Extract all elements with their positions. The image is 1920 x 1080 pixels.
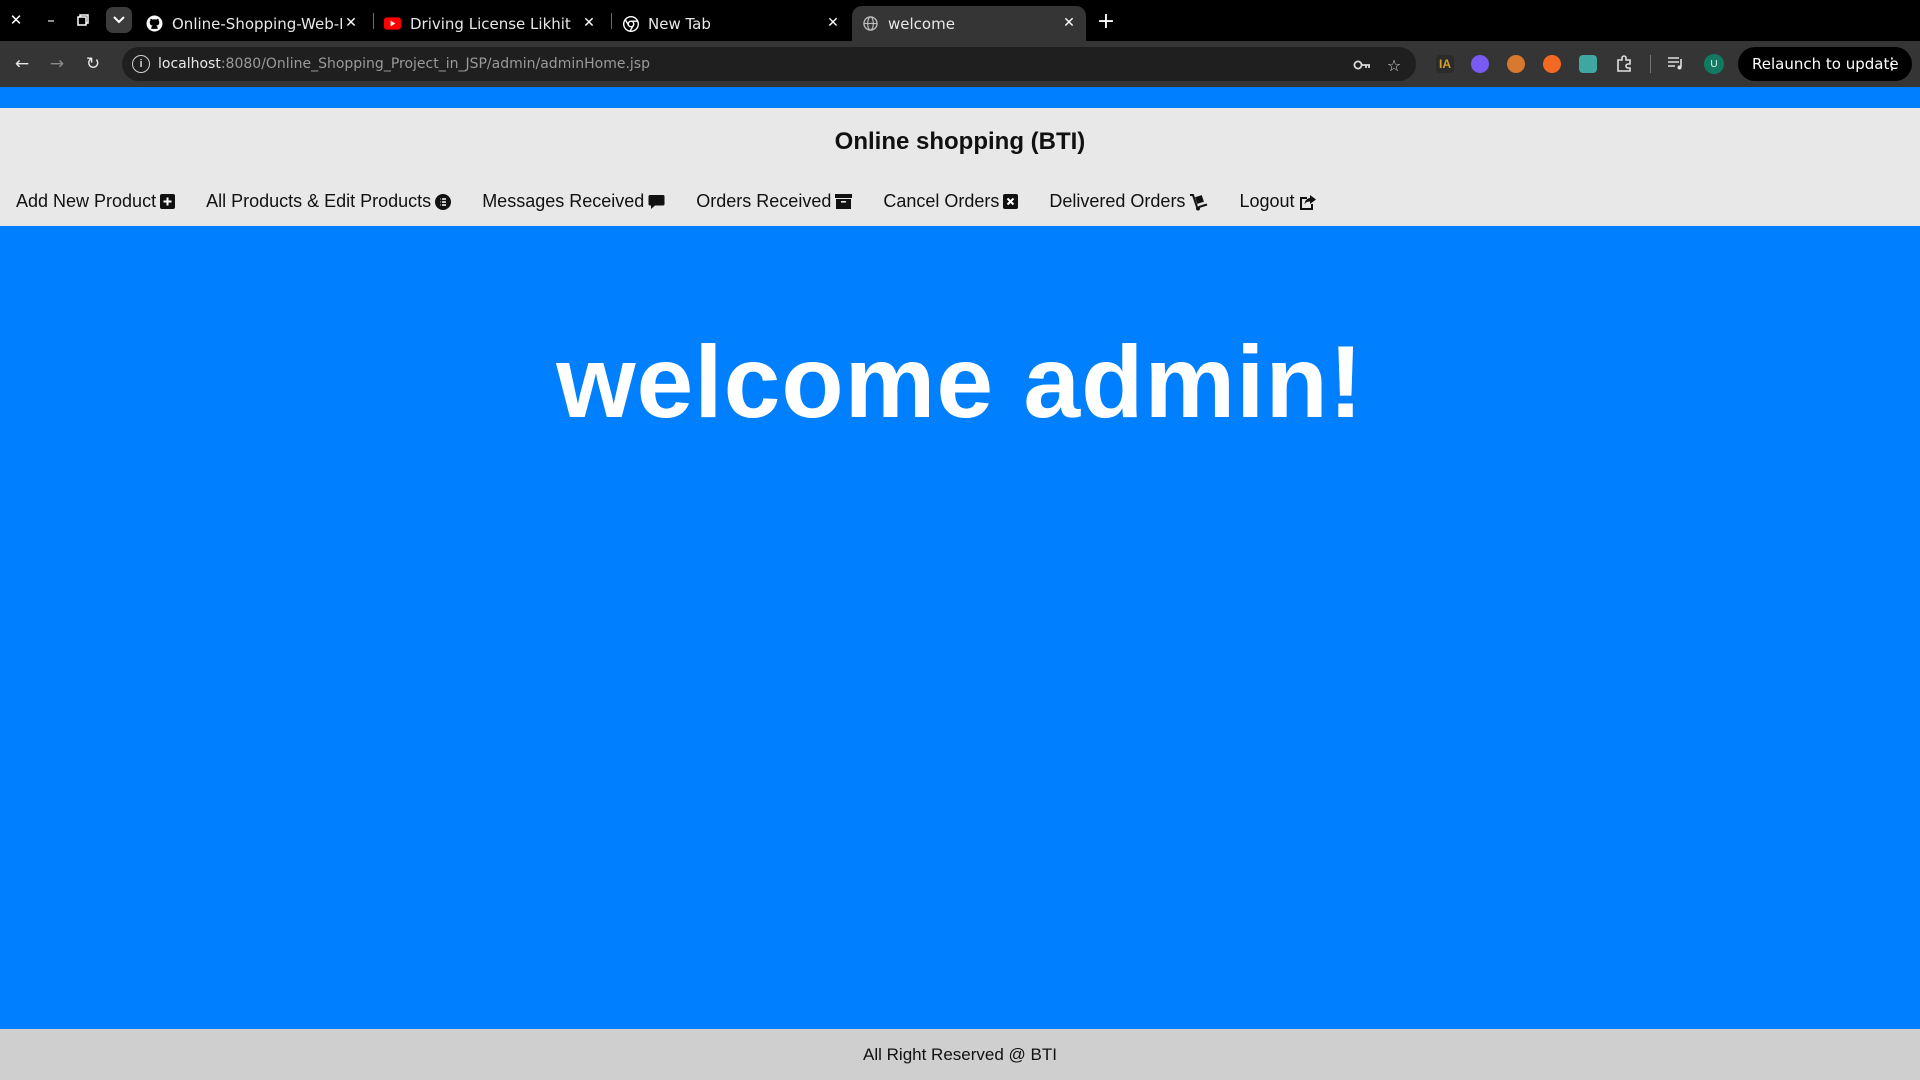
tab-title: welcome xyxy=(888,14,955,33)
site-title: Online shopping (BTI) xyxy=(834,128,1086,155)
nav-label: Messages Received xyxy=(482,191,645,211)
bookmark-star-icon[interactable]: ☆ xyxy=(1384,55,1404,75)
x-square-icon xyxy=(1003,194,1019,209)
nav-all-products[interactable]: All Products & Edit Products xyxy=(206,191,452,212)
admin-nav: Add New Product All Products & Edit Prod… xyxy=(16,191,1348,212)
tab-search-button[interactable] xyxy=(106,7,132,33)
nav-label: All Products & Edit Products xyxy=(206,191,432,211)
nav-cancel-orders[interactable]: Cancel Orders xyxy=(883,191,1019,212)
window-minimize-icon[interactable]: – xyxy=(41,10,61,30)
browser-tab[interactable]: Online-Shopping-Web-P ✕ xyxy=(136,6,368,41)
close-tab-icon[interactable]: ✕ xyxy=(342,14,360,32)
nav-label: Add New Product xyxy=(16,191,157,211)
dolly-icon xyxy=(1189,193,1208,211)
nav-delivered-orders[interactable]: Delivered Orders xyxy=(1049,191,1208,212)
extension-icon[interactable] xyxy=(1579,55,1597,73)
url-text[interactable]: localhost:8080/Online_Shopping_Project_i… xyxy=(158,56,650,72)
reload-icon[interactable]: ↻ xyxy=(83,54,103,74)
site-info-icon[interactable]: i xyxy=(132,55,150,73)
new-tab-icon[interactable]: + xyxy=(1094,9,1118,34)
window-close-icon[interactable]: ✕ xyxy=(6,10,26,30)
window-restore-icon[interactable] xyxy=(73,10,93,30)
nav-label: Delivered Orders xyxy=(1049,191,1186,211)
site-footer: All Right Reserved @ BTI xyxy=(0,1029,1920,1080)
profile-avatar[interactable]: U xyxy=(1704,54,1724,74)
youtube-icon xyxy=(384,15,401,32)
relaunch-button[interactable]: Relaunch to update ⋮ xyxy=(1738,47,1912,81)
globe-icon xyxy=(862,15,879,32)
tab-title: Online-Shopping-Web-P xyxy=(172,14,342,33)
extension-icon[interactable] xyxy=(1543,55,1561,73)
nav-orders-received[interactable]: Orders Received xyxy=(696,191,853,212)
footer-text: All Right Reserved @ BTI xyxy=(863,1044,1057,1064)
comment-icon xyxy=(648,194,665,210)
browser-tab[interactable]: New Tab ✕ xyxy=(612,6,850,41)
nav-label: Logout xyxy=(1239,191,1295,211)
github-icon xyxy=(146,15,163,32)
back-icon[interactable]: ← xyxy=(12,54,32,74)
forward-icon[interactable]: → xyxy=(47,54,67,74)
main-content: welcome admin! xyxy=(0,226,1920,1029)
close-tab-icon[interactable]: ✕ xyxy=(1060,14,1078,32)
top-accent-strip xyxy=(0,87,1920,108)
relaunch-label: Relaunch to update xyxy=(1752,55,1899,73)
password-key-icon[interactable] xyxy=(1352,55,1372,75)
list-circle-icon xyxy=(435,193,452,210)
archive-box-icon xyxy=(835,194,853,209)
extension-icon[interactable]: IA xyxy=(1436,55,1454,73)
close-tab-icon[interactable]: ✕ xyxy=(824,14,842,32)
extensions-puzzle-icon[interactable] xyxy=(1615,55,1633,73)
cookie-extension-icon[interactable] xyxy=(1507,55,1525,73)
media-controls-icon[interactable] xyxy=(1667,55,1685,73)
extension-icon[interactable] xyxy=(1471,55,1489,73)
chrome-icon xyxy=(622,15,639,32)
share-square-icon xyxy=(1299,194,1317,210)
toolbar-separator xyxy=(1650,55,1651,73)
close-tab-icon[interactable]: ✕ xyxy=(580,14,598,32)
browser-tab[interactable]: Driving License Likhit Qu ✕ xyxy=(374,6,606,41)
nav-messages-received[interactable]: Messages Received xyxy=(482,191,665,212)
address-bar[interactable]: i localhost:8080/Online_Shopping_Project… xyxy=(122,47,1416,81)
plus-square-icon xyxy=(160,194,176,209)
welcome-heading: welcome admin! xyxy=(556,325,1364,439)
browser-tab-bar: ✕ – Online-Shopping-Web-P ✕ Driving Lice… xyxy=(0,0,1920,41)
nav-add-new-product[interactable]: Add New Product xyxy=(16,191,176,212)
chevron-down-icon xyxy=(113,16,125,24)
tab-title: Driving License Likhit Qu xyxy=(410,14,575,33)
browser-tab-active[interactable]: welcome ✕ xyxy=(852,6,1086,41)
site-header: Online shopping (BTI) Add New Product Al… xyxy=(0,108,1920,226)
more-menu-icon[interactable]: ⋮ xyxy=(1884,54,1900,73)
nav-label: Orders Received xyxy=(696,191,832,211)
tab-title: New Tab xyxy=(648,14,711,33)
browser-toolbar: ← → ↻ i localhost:8080/Online_Shopping_P… xyxy=(0,41,1920,87)
nav-logout[interactable]: Logout xyxy=(1239,191,1316,212)
nav-label: Cancel Orders xyxy=(883,191,1000,211)
